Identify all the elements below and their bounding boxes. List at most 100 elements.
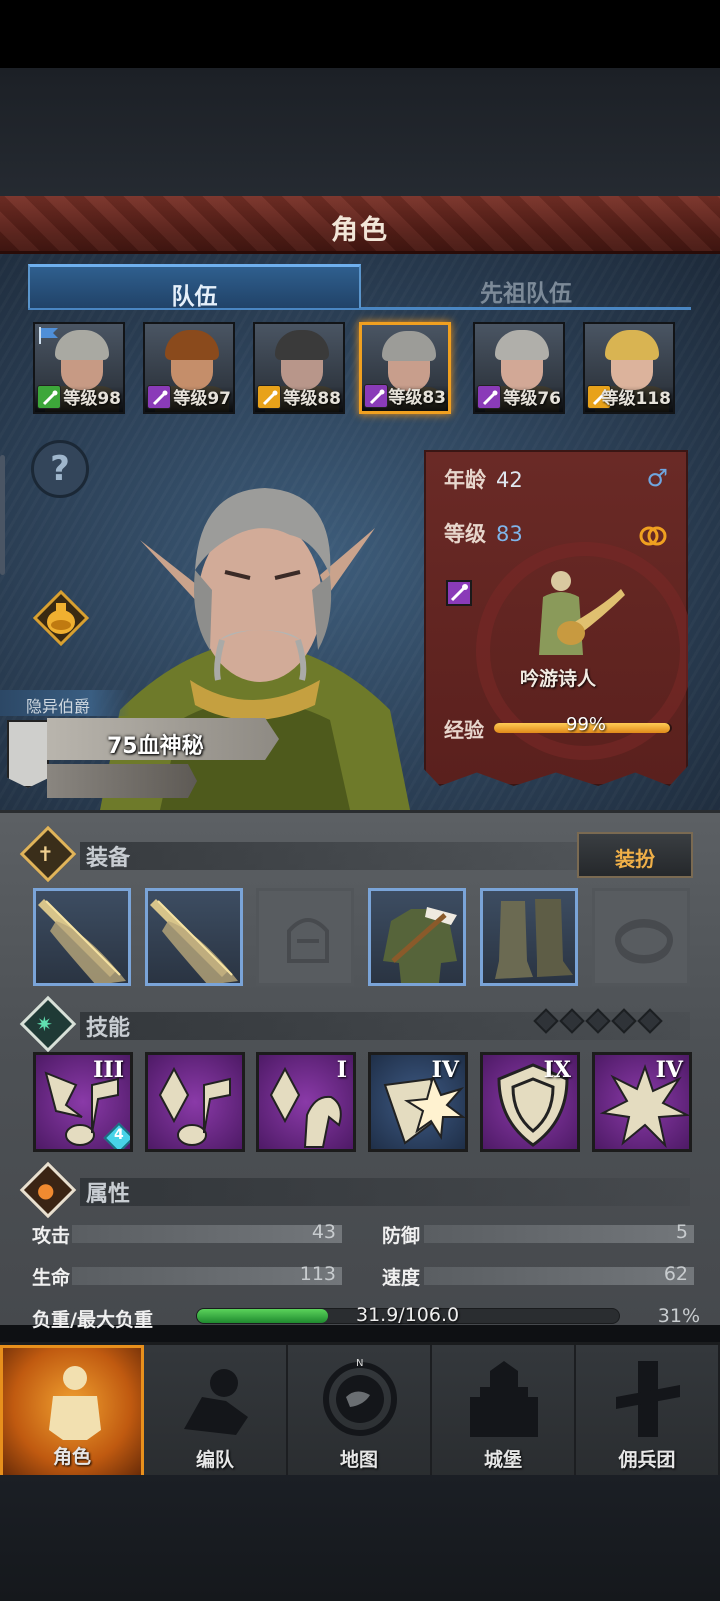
castle-icon (470, 1361, 538, 1437)
party-portrait[interactable]: 等级83 (359, 322, 451, 414)
attack-label: 攻击 (32, 1225, 71, 1247)
equipment-title: 装备 (86, 846, 131, 871)
title-banner: 角色 (0, 196, 720, 254)
portrait-hair (55, 330, 109, 360)
exp-percent: 99% (566, 714, 607, 735)
tab-party[interactable]: 队伍 (28, 264, 361, 310)
trait-label: 隐异伯爵 (0, 690, 130, 716)
exp-label: 经验 (444, 718, 484, 742)
potion-icon[interactable] (33, 590, 89, 646)
level-value: 83 (496, 522, 523, 546)
staff-icon (147, 385, 171, 409)
skill-gem-slot (611, 1008, 637, 1034)
nav-compass-map[interactable]: N 地图 (288, 1345, 432, 1478)
portrait-hair (605, 330, 659, 360)
load-value: 31.9/106.0 (356, 1304, 460, 1326)
rings-icon (639, 526, 667, 546)
staff-icon (477, 385, 501, 409)
class-badge[interactable] (446, 580, 472, 606)
skill-rank: III (93, 1057, 124, 1083)
skill-rank: IV (655, 1057, 683, 1083)
party-portrait[interactable]: 等级97 (143, 322, 235, 414)
bloodline-text: 75血神秘 (107, 734, 204, 759)
help-button[interactable]: ? (31, 440, 89, 498)
load-label: 负重/最大负重 (32, 1309, 153, 1331)
bow-icon (37, 385, 61, 409)
portrait-hair (165, 330, 219, 360)
boots-slot[interactable] (480, 888, 578, 986)
speed-value: 62 (663, 1263, 688, 1285)
skill-slot[interactable]: I (256, 1052, 356, 1152)
dress-up-button[interactable]: 装扮 (577, 832, 693, 878)
sword-icon (150, 899, 238, 983)
skill-slot[interactable]: IX (480, 1052, 580, 1152)
weapon-slot-2[interactable] (145, 888, 243, 986)
skill-gem-slot (585, 1008, 611, 1034)
star-icon: ✷ (36, 1012, 53, 1036)
helmet-slot[interactable] (256, 888, 354, 986)
nav-label: 编队 (195, 1449, 234, 1471)
party-portrait[interactable]: 等级118 (583, 322, 675, 414)
age-value: 42 (496, 468, 523, 492)
attack-value: 43 (311, 1221, 336, 1243)
hp-value: 113 (299, 1263, 336, 1285)
tab-ancestor-party[interactable]: 先祖队伍 (361, 264, 691, 310)
portrait-level: 等级98 (63, 389, 121, 409)
question-icon: ? (50, 449, 70, 489)
nav-mercenary[interactable]: 佣兵团 (576, 1345, 720, 1478)
skill-gem-slot (559, 1008, 585, 1034)
armor-slot[interactable] (368, 888, 466, 986)
person-icon: ● (37, 1178, 55, 1202)
attributes-title: 属性 (86, 1182, 131, 1207)
page-title: 角色 (331, 215, 389, 246)
skill-slot[interactable]: IV (592, 1052, 692, 1152)
formation-icon (184, 1369, 248, 1435)
party-portrait[interactable]: 等级98 (33, 322, 125, 414)
bloodline-bar-secondary (47, 764, 197, 798)
nav-castle[interactable]: 城堡 (432, 1345, 576, 1478)
skill-rank: IX (543, 1057, 571, 1083)
attributes-header: ● 属性 (19, 1161, 694, 1219)
portrait-level: 等级88 (283, 389, 341, 409)
skill-rank: I (336, 1057, 347, 1083)
skill-slot[interactable]: IV (368, 1052, 468, 1152)
ring-icon (615, 919, 673, 964)
sword-icon (38, 899, 126, 983)
compass-map-icon: N (323, 1358, 397, 1436)
portrait-level-bar: 等级88 (255, 385, 343, 412)
hero-portrait (100, 488, 410, 810)
nav-formation[interactable]: 编队 (144, 1345, 288, 1478)
portrait-level-bar: 等级97 (145, 385, 233, 412)
portrait-level-bar: 等级83 (362, 384, 448, 411)
tab-divider (28, 308, 691, 310)
side-scrollbar[interactable] (0, 455, 5, 575)
age-row: 年龄 42 (444, 464, 523, 494)
nav-knight[interactable]: 角色 (0, 1345, 144, 1478)
crystal-note-icon (158, 1066, 231, 1146)
bottom-backdrop (0, 1475, 720, 1601)
compass-north-label: N (356, 1358, 363, 1369)
ring-slot[interactable] (592, 888, 690, 986)
bloodline-banner (7, 720, 49, 788)
nav-label: 地图 (339, 1449, 378, 1471)
skill-slot[interactable] (145, 1052, 245, 1152)
nav-label: 角色 (52, 1446, 91, 1468)
attributes-header-bar (80, 1178, 690, 1206)
skills-title: 技能 (86, 1016, 131, 1041)
party-portrait[interactable]: 等级76 (473, 322, 565, 414)
age-label: 年龄 (444, 468, 486, 492)
portrait-hair (382, 331, 436, 361)
portrait-hair (275, 330, 329, 360)
level-row: 等级 83 (444, 518, 523, 548)
boots-icon (495, 899, 573, 979)
portrait-level: 等级118 (601, 389, 672, 409)
defense-label: 防御 (382, 1225, 421, 1247)
status-bar-area (0, 0, 720, 68)
skill-slot[interactable]: III 4 (33, 1052, 133, 1152)
cross-icon: ✝ (37, 842, 54, 866)
portrait-level: 等级83 (388, 388, 446, 408)
weapon-slot-1[interactable] (33, 888, 131, 986)
party-portrait[interactable]: 等级88 (253, 322, 345, 414)
portrait-level: 等级76 (503, 389, 561, 409)
skill-rank: IV (431, 1057, 459, 1083)
